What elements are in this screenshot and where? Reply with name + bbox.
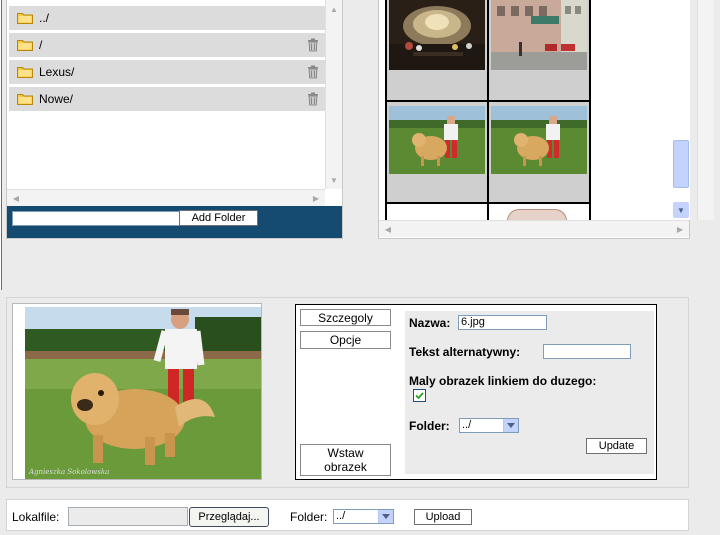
folder-panel: ../ / Lexus/ Nowe/ ▲ ▼ ◀ ▶ Add Folder xyxy=(6,0,343,239)
browse-button[interactable]: Przeglądaj... xyxy=(189,507,269,527)
link-to-large-checkbox[interactable] xyxy=(413,389,426,402)
folder-row-nowe[interactable]: Nowe/ xyxy=(9,87,325,111)
scroll-up-icon[interactable]: ▲ xyxy=(326,1,342,17)
name-label: Nazwa: xyxy=(409,316,451,330)
update-button[interactable]: Update xyxy=(586,438,647,454)
folder-name[interactable]: Lexus/ xyxy=(39,65,74,79)
scroll-left-icon[interactable]: ◀ xyxy=(380,221,396,237)
upload-folder-select[interactable]: ../ xyxy=(333,509,394,524)
checkmark-icon xyxy=(415,392,424,400)
image-form: Nazwa: 6.jpg Tekst alternatywny: Maly ob… xyxy=(405,311,654,474)
folder-icon xyxy=(17,93,33,105)
folder-horizontal-scrollbar[interactable]: ◀ ▶ xyxy=(7,189,325,206)
trash-icon[interactable] xyxy=(307,65,319,79)
thumbnail-cell[interactable] xyxy=(489,204,589,220)
new-folder-input[interactable] xyxy=(12,211,181,226)
folder-row-lexus[interactable]: Lexus/ xyxy=(9,60,325,84)
scroll-down-icon[interactable]: ▼ xyxy=(673,202,689,218)
scroll-right-icon[interactable]: ▶ xyxy=(308,190,324,206)
alt-text-input[interactable] xyxy=(543,344,631,359)
thumbnail-cell[interactable] xyxy=(387,204,487,220)
folder-row-root[interactable]: / xyxy=(9,33,325,57)
folder-vertical-scrollbar[interactable]: ▲ ▼ xyxy=(325,0,342,189)
image-vertical-scrollbar[interactable] xyxy=(697,0,714,220)
localfile-input[interactable] xyxy=(68,507,188,526)
insert-image-button[interactable]: Wstaw obrazek xyxy=(300,444,391,476)
upload-bar: Lokalfile: Przeglądaj... Folder: ../ Upl… xyxy=(6,499,689,531)
thumbnail-cell[interactable] xyxy=(489,102,589,202)
chevron-down-icon[interactable] xyxy=(378,510,393,523)
scroll-right-icon[interactable]: ▶ xyxy=(672,221,688,237)
thumbnail-grid xyxy=(385,0,591,220)
name-input[interactable]: 6.jpg xyxy=(458,315,547,330)
folder-icon xyxy=(17,39,33,51)
image-scrollbar-track[interactable]: ▼ xyxy=(672,0,690,220)
alt-text-label: Tekst alternatywny: xyxy=(409,345,521,359)
folder-icon xyxy=(17,66,33,78)
folder-name[interactable]: ../ xyxy=(39,11,49,25)
folder-label: Folder: xyxy=(409,419,450,433)
stamp-image xyxy=(507,209,567,220)
preview-frame: Agnieszka Sokolowska xyxy=(12,303,262,480)
tab-details[interactable]: Szczegoly xyxy=(300,309,391,326)
upload-folder-label: Folder: xyxy=(290,510,328,524)
night-fountain-image[interactable] xyxy=(389,0,485,70)
scroll-down-icon[interactable]: ▼ xyxy=(326,172,342,188)
watermark: Agnieszka Sokolowska xyxy=(29,468,110,476)
image-detail-panel: Agnieszka Sokolowska Szczegoly Opcje Wst… xyxy=(6,297,689,488)
add-folder-button[interactable]: Add Folder xyxy=(179,210,258,226)
folder-icon xyxy=(17,12,33,24)
chevron-down-icon[interactable] xyxy=(503,419,518,432)
image-browser-panel: ▼ ◀ ▶ xyxy=(378,0,714,239)
upload-button[interactable]: Upload xyxy=(414,509,472,525)
folder-row-parent[interactable]: ../ xyxy=(9,6,325,30)
preview-image: Agnieszka Sokolowska xyxy=(25,307,261,479)
folder-select[interactable]: ../ xyxy=(459,418,519,433)
folder-name[interactable]: / xyxy=(39,38,42,52)
trash-icon[interactable] xyxy=(307,38,319,52)
folder-name[interactable]: Nowe/ xyxy=(39,92,73,106)
trash-icon[interactable] xyxy=(307,92,319,106)
localfile-label: Lokalfile: xyxy=(12,510,60,524)
man-with-dog-image[interactable] xyxy=(491,106,587,174)
scroll-thumb[interactable] xyxy=(673,140,689,188)
tab-options[interactable]: Opcje xyxy=(300,331,391,349)
folder-select-value: ../ xyxy=(462,419,472,431)
thumbnail-cell[interactable] xyxy=(387,102,487,202)
add-folder-bar: Add Folder xyxy=(7,206,342,238)
properties-box: Szczegoly Opcje Wstaw obrazek Nazwa: 6.j… xyxy=(295,304,657,480)
upload-folder-value: ../ xyxy=(336,510,346,522)
thumbnail-cell[interactable] xyxy=(387,0,487,100)
link-to-large-label: Maly obrazek linkiem do duzego: xyxy=(409,374,597,388)
man-with-dog-image[interactable] xyxy=(389,106,485,174)
folder-list: ../ / Lexus/ Nowe/ xyxy=(9,6,325,114)
thumbnail-cell[interactable] xyxy=(489,0,589,100)
image-horizontal-scrollbar[interactable]: ◀ ▶ xyxy=(379,220,689,237)
scroll-left-icon[interactable]: ◀ xyxy=(8,190,24,206)
city-street-image[interactable] xyxy=(491,0,587,70)
page-left-edge xyxy=(0,0,2,290)
